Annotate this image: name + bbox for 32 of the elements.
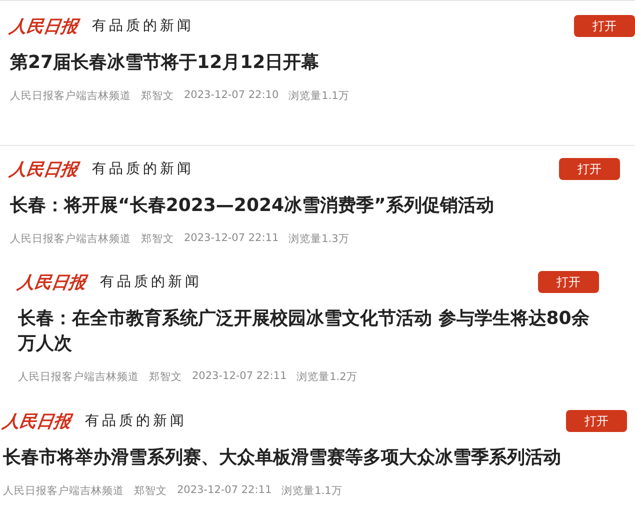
view-count: 浏览量1.1万	[288, 89, 350, 103]
publish-time: 2023-12-07 22:10	[184, 89, 279, 103]
article-title: 长春：将开展“长春2023—2024冰雪消费季”系列促销活动	[10, 194, 495, 218]
slogan: 有品质的新闻	[92, 160, 194, 178]
slogan: 有品质的新闻	[100, 273, 202, 291]
author-name: 郑智文	[141, 89, 174, 103]
article-title: 第27届长春冰雪节将于12月12日开幕	[10, 51, 320, 75]
author-name: 郑智文	[149, 370, 182, 384]
article-title: 长春市将举办滑雪系列赛、大众单板滑雪赛等多项大众冰雪季系列活动	[3, 446, 562, 470]
publish-time: 2023-12-07 22:11	[177, 484, 272, 498]
newspaper-logo: 人民日报	[8, 158, 80, 180]
newspaper-logo: 人民日报	[16, 272, 88, 294]
open-button[interactable]: 打开	[566, 410, 627, 432]
source-label: 人民日报客户端吉林频道	[3, 484, 124, 498]
open-button[interactable]: 打开	[559, 158, 620, 180]
publish-time: 2023-12-07 22:11	[184, 232, 279, 246]
source-label: 人民日报客户端吉林频道	[10, 89, 131, 103]
source-label: 人民日报客户端吉林频道	[18, 370, 139, 384]
author-name: 郑智文	[134, 484, 167, 498]
view-count: 浏览量1.2万	[296, 370, 358, 384]
article-title: 长春：在全市教育系统广泛开展校园冰雪文化节活动 参与学生将达80余万人次	[18, 307, 590, 356]
slogan: 有品质的新闻	[85, 412, 187, 430]
view-count: 浏览量1.1万	[282, 484, 342, 498]
source-label: 人民日报客户端吉林频道	[10, 232, 131, 246]
author-name: 郑智文	[141, 232, 174, 246]
open-button[interactable]: 打开	[574, 15, 635, 37]
view-count: 浏览量1.3万	[288, 232, 350, 246]
newspaper-logo: 人民日报	[1, 410, 73, 432]
newspaper-logo: 人民日报	[8, 16, 80, 38]
publish-time: 2023-12-07 22:11	[192, 370, 287, 384]
open-button[interactable]: 打开	[538, 271, 599, 293]
slogan: 有品质的新闻	[92, 17, 194, 35]
